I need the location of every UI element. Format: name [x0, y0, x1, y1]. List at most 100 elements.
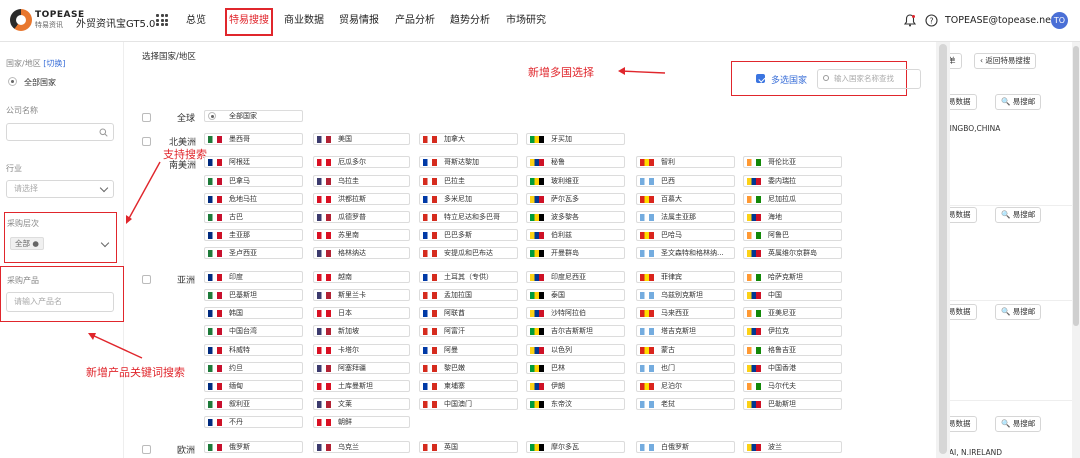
- dept-button[interactable]: 🔍 易搜邮: [995, 94, 1042, 110]
- vertical-scrollbar[interactable]: [936, 42, 950, 458]
- country-option[interactable]: 安提瓜和巴布达: [419, 247, 518, 259]
- country-option[interactable]: 巴勒斯坦: [743, 398, 842, 410]
- country-option[interactable]: 特立尼达和多巴哥: [419, 211, 518, 223]
- country-option[interactable]: 泰国: [526, 289, 625, 301]
- country-option[interactable]: 摩尔多瓦: [526, 441, 625, 453]
- country-option[interactable]: 波多黎各: [526, 211, 625, 223]
- country-option[interactable]: 柬埔寨: [419, 380, 518, 392]
- country-option[interactable]: 吉尔吉斯斯坦: [526, 325, 625, 337]
- country-option[interactable]: 阿联酋: [419, 307, 518, 319]
- country-option[interactable]: 美国: [313, 133, 410, 145]
- country-option[interactable]: 委内瑞拉: [743, 175, 842, 187]
- multi-select-checkbox[interactable]: [756, 74, 765, 83]
- page-scrollbar[interactable]: [1072, 42, 1080, 458]
- country-option[interactable]: 东帝汶: [526, 398, 625, 410]
- country-option[interactable]: 越南: [313, 271, 410, 283]
- country-option[interactable]: 马来西亚: [636, 307, 735, 319]
- country-option[interactable]: 科威特: [204, 344, 303, 356]
- country-option[interactable]: 洪都拉斯: [313, 193, 410, 205]
- country-option[interactable]: 中国香港: [743, 362, 842, 374]
- country-option[interactable]: 巴林: [526, 362, 625, 374]
- country-option[interactable]: 尼加拉瓜: [743, 193, 842, 205]
- country-option[interactable]: 阿塞拜疆: [313, 362, 410, 374]
- country-option[interactable]: 海地: [743, 211, 842, 223]
- global-checkbox[interactable]: [142, 113, 151, 122]
- country-option[interactable]: 新加坡: [313, 325, 410, 337]
- country-option[interactable]: 英国: [419, 441, 518, 453]
- country-option[interactable]: 缅甸: [204, 380, 303, 392]
- country-option[interactable]: 英属维尔京群岛: [743, 247, 842, 259]
- country-option[interactable]: 叙利亚: [204, 398, 303, 410]
- country-option[interactable]: 黎巴嫩: [419, 362, 518, 374]
- country-option[interactable]: 俄罗斯: [204, 441, 303, 453]
- country-option[interactable]: 哥伦比亚: [743, 156, 842, 168]
- country-option[interactable]: 圣文森特和格林纳...: [636, 247, 735, 259]
- country-option[interactable]: 韩国: [204, 307, 303, 319]
- country-option[interactable]: 秘鲁: [526, 156, 625, 168]
- country-option[interactable]: 乌拉圭: [313, 175, 410, 187]
- country-option[interactable]: 乌克兰: [313, 441, 410, 453]
- country-option[interactable]: 多米尼加: [419, 193, 518, 205]
- country-option[interactable]: 巴拉圭: [419, 175, 518, 187]
- dept-button[interactable]: 🔍 易搜邮: [995, 207, 1042, 223]
- country-option[interactable]: 斯里兰卡: [313, 289, 410, 301]
- country-option[interactable]: 古巴: [204, 211, 303, 223]
- country-option[interactable]: 萨尔瓦多: [526, 193, 625, 205]
- country-option[interactable]: 卡塔尔: [313, 344, 410, 356]
- country-option[interactable]: 老挝: [636, 398, 735, 410]
- country-option[interactable]: 乌兹别克斯坦: [636, 289, 735, 301]
- north-america-checkbox[interactable]: [142, 137, 151, 146]
- country-option[interactable]: 牙买加: [526, 133, 625, 145]
- country-option[interactable]: 伯利兹: [526, 229, 625, 241]
- country-option[interactable]: 也门: [636, 362, 735, 374]
- country-option[interactable]: 以色列: [526, 344, 625, 356]
- country-option[interactable]: 土库曼斯坦: [313, 380, 410, 392]
- asia-checkbox[interactable]: [142, 275, 151, 284]
- country-all[interactable]: 全部国家: [204, 110, 303, 122]
- country-option[interactable]: 中国: [743, 289, 842, 301]
- country-option[interactable]: 马尔代夫: [743, 380, 842, 392]
- country-option[interactable]: 巴西: [636, 175, 735, 187]
- country-option[interactable]: 圭亚那: [204, 229, 303, 241]
- dept-button[interactable]: 🔍 易搜邮: [995, 304, 1042, 320]
- country-option[interactable]: 波兰: [743, 441, 842, 453]
- europe-checkbox[interactable]: [142, 445, 151, 454]
- country-option[interactable]: 格鲁吉亚: [743, 344, 842, 356]
- country-option[interactable]: 伊朗: [526, 380, 625, 392]
- country-option[interactable]: 开曼群岛: [526, 247, 625, 259]
- country-option[interactable]: 文莱: [313, 398, 410, 410]
- country-option[interactable]: 哈萨克斯坦: [743, 271, 842, 283]
- country-option[interactable]: 孟加拉国: [419, 289, 518, 301]
- country-option[interactable]: 巴拿马: [204, 175, 303, 187]
- country-option[interactable]: 菲律宾: [636, 271, 735, 283]
- country-option[interactable]: 法属圭亚那: [636, 211, 735, 223]
- country-option[interactable]: 苏里南: [313, 229, 410, 241]
- country-option[interactable]: 巴哈马: [636, 229, 735, 241]
- country-option[interactable]: 阿根廷: [204, 156, 303, 168]
- country-option[interactable]: 阿富汗: [419, 325, 518, 337]
- multi-select-label[interactable]: 多选国家: [771, 73, 807, 86]
- country-option[interactable]: 塔吉克斯坦: [636, 325, 735, 337]
- country-option[interactable]: 玻利维亚: [526, 175, 625, 187]
- country-search-input[interactable]: 输入国家名称查找: [817, 69, 921, 89]
- country-option[interactable]: 白俄罗斯: [636, 441, 735, 453]
- country-option[interactable]: 印度: [204, 271, 303, 283]
- country-option[interactable]: 蒙古: [636, 344, 735, 356]
- country-option[interactable]: 亚美尼亚: [743, 307, 842, 319]
- country-option[interactable]: 日本: [313, 307, 410, 319]
- country-option[interactable]: 印度尼西亚: [526, 271, 625, 283]
- country-option[interactable]: 墨西哥: [204, 133, 303, 145]
- country-option[interactable]: 沙特阿拉伯: [526, 307, 625, 319]
- country-option[interactable]: 百慕大: [636, 193, 735, 205]
- scrollbar-thumb[interactable]: [1073, 46, 1079, 326]
- country-option[interactable]: 不丹: [204, 416, 303, 428]
- country-option[interactable]: 智利: [636, 156, 735, 168]
- country-option[interactable]: 巴巴多斯: [419, 229, 518, 241]
- country-option[interactable]: 伊拉克: [743, 325, 842, 337]
- country-option[interactable]: 巴基斯坦: [204, 289, 303, 301]
- country-option[interactable]: 格林纳达: [313, 247, 410, 259]
- country-option[interactable]: 阿曼: [419, 344, 518, 356]
- country-option[interactable]: 阿鲁巴: [743, 229, 842, 241]
- country-option[interactable]: 约旦: [204, 362, 303, 374]
- country-option[interactable]: 危地马拉: [204, 193, 303, 205]
